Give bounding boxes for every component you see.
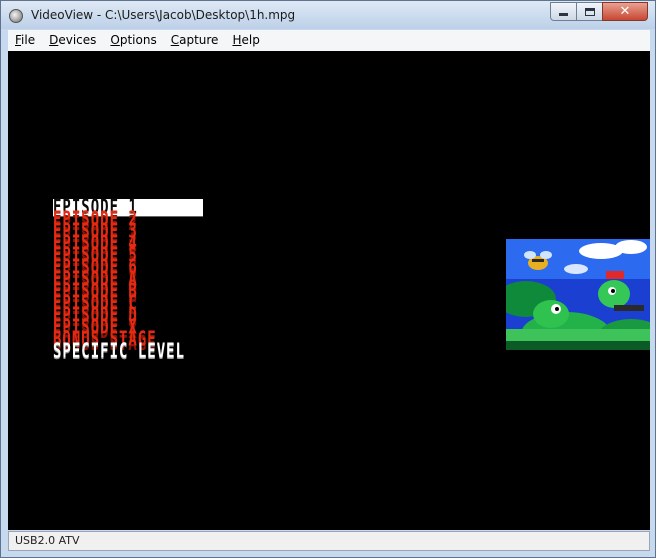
menu-item[interactable]: Options bbox=[103, 30, 163, 51]
menu-item[interactable]: File bbox=[8, 30, 42, 51]
status-bar: USB2.0 ATV bbox=[8, 531, 650, 551]
video-display: EPISODE 1 EPISODE 2 EPISODE 3 EPISODE 4 EPIS… bbox=[8, 51, 650, 530]
maximize-button[interactable] bbox=[576, 2, 603, 21]
menu-label-rest: ile bbox=[21, 33, 36, 47]
game-episode-menu: EPISODE 1 EPISODE 2 EPISODE 3 EPISODE 4 EPIS… bbox=[53, 198, 203, 362]
videoview-window: VideoView - C:\Users\Jacob\Desktop\1h.mp… bbox=[0, 0, 656, 558]
menu-label-rest: elp bbox=[241, 33, 260, 47]
menu-label-rest: evices bbox=[58, 33, 97, 47]
menu-accelerator: C bbox=[170, 33, 180, 47]
menu-label-rest: ptions bbox=[119, 33, 157, 47]
episode-preview-artwork bbox=[506, 239, 650, 350]
title-bar[interactable]: VideoView - C:\Users\Jacob\Desktop\1h.mp… bbox=[1, 1, 655, 29]
menu-accelerator: O bbox=[110, 33, 120, 47]
menu-item[interactable]: Devices bbox=[42, 30, 103, 51]
window-title: VideoView - C:\Users\Jacob\Desktop\1h.mp… bbox=[31, 8, 296, 22]
menu-accelerator: D bbox=[49, 33, 59, 47]
videoview-app-icon[interactable] bbox=[9, 9, 23, 23]
menu-bar: File Devices Options Capture Help bbox=[8, 30, 650, 51]
status-text: USB2.0 ATV bbox=[15, 534, 80, 547]
close-button[interactable]: ✕ bbox=[602, 2, 648, 21]
maximize-icon bbox=[584, 7, 595, 16]
game-menu-item: SPECIFIC LEVEL bbox=[53, 340, 186, 364]
close-icon: ✕ bbox=[619, 4, 631, 19]
menu-item[interactable]: Capture bbox=[164, 30, 226, 51]
preview-art-svg bbox=[506, 239, 650, 350]
menu-item[interactable]: Help bbox=[225, 30, 266, 51]
minimize-icon bbox=[559, 13, 568, 16]
menu-label-rest: apture bbox=[179, 33, 219, 47]
minimize-button[interactable] bbox=[550, 2, 577, 21]
